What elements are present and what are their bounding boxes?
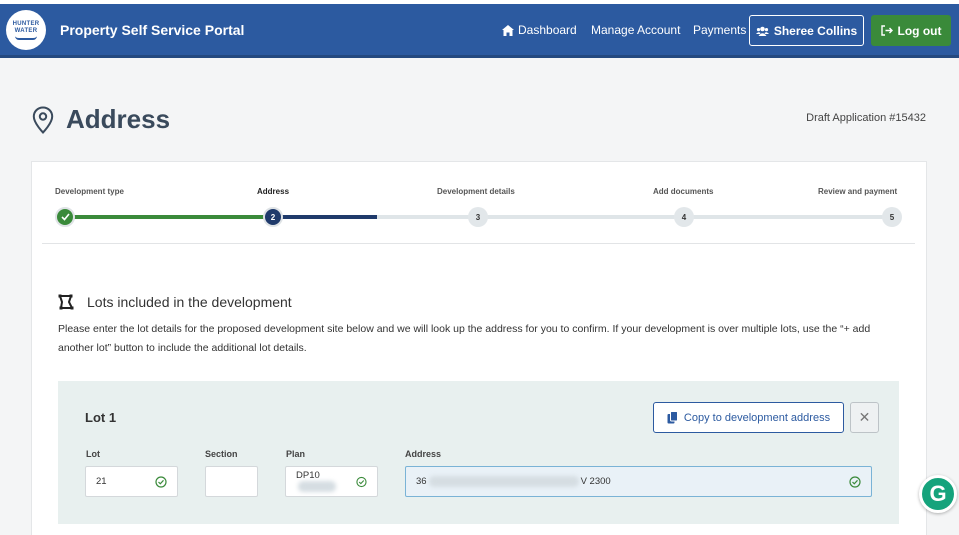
map-pin-icon (32, 106, 54, 134)
page-title: Address (66, 104, 171, 134)
nav-payments[interactable]: Payments (693, 23, 746, 37)
app-title: Property Self Service Portal (60, 22, 245, 38)
valid-check-icon (849, 475, 861, 488)
home-icon (502, 24, 514, 36)
remove-lot-button[interactable]: ✕ (850, 402, 879, 433)
step-5-todo: 5 (882, 207, 902, 227)
grammarly-icon[interactable]: G (919, 475, 957, 513)
lot-boundary-icon (58, 294, 74, 310)
plan-input-value: DP10 (296, 470, 320, 482)
step-4-todo: 4 (674, 207, 694, 227)
step-label-review-payment: Review and payment (818, 187, 898, 196)
step-label-add-documents: Add documents (653, 187, 714, 196)
address-label: Address (405, 449, 442, 459)
logo-text-2: WATER (14, 27, 38, 34)
step-3-todo: 3 (468, 207, 488, 227)
user-account-button[interactable]: Sheree Collins (749, 15, 864, 46)
logo-wave-icon (15, 36, 37, 40)
hunter-water-logo[interactable]: HUNTER WATER (6, 10, 46, 50)
address-start: 36 (416, 476, 427, 487)
track-remaining (377, 215, 892, 219)
step-label-address: Address (257, 187, 290, 196)
plan-input[interactable]: DP10 (285, 466, 378, 497)
close-icon: ✕ (858, 409, 871, 425)
valid-check-icon (155, 475, 167, 488)
step-2-current[interactable]: 2 (263, 207, 283, 227)
section-label: Section (205, 449, 238, 459)
stepper-divider (42, 243, 915, 244)
track-current (273, 215, 377, 219)
header-bar: HUNTER WATER Property Self Service Porta… (0, 4, 959, 58)
logo-text-1: HUNTER (12, 20, 40, 27)
nav-dashboard-label: Dashboard (518, 23, 577, 37)
address-input[interactable]: 36 V 2300 (405, 466, 872, 497)
lots-description: Please enter the lot details for the pro… (58, 323, 871, 354)
copy-to-development-address-button[interactable]: Copy to development address (653, 402, 844, 433)
logout-label: Log out (897, 23, 942, 38)
lot-input-value: 21 (96, 476, 107, 487)
step-label-development-type: Development type (55, 187, 124, 196)
sign-out-icon (880, 25, 893, 36)
copy-icon (667, 411, 678, 424)
redacted-text (428, 475, 579, 487)
draft-application-id: Draft Application #15432 (806, 112, 926, 124)
plan-input-value-wrap: DP10 (296, 470, 356, 493)
plan-label: Plan (286, 449, 306, 459)
lot-input[interactable]: 21 (85, 466, 178, 497)
check-icon (60, 213, 70, 221)
address-input-value: 36 V 2300 (416, 475, 611, 487)
redacted-text (298, 481, 336, 493)
user-name: Sheree Collins (773, 23, 858, 38)
copy-button-label: Copy to development address (683, 411, 831, 424)
logout-button[interactable]: Log out (871, 15, 951, 46)
step-1-complete[interactable] (55, 207, 75, 227)
lots-heading: Lots included in the development (87, 294, 292, 310)
lot-label: Lot (86, 449, 100, 459)
nav-manage-account[interactable]: Manage Account (591, 23, 680, 37)
section-input[interactable] (205, 466, 258, 497)
address-end: V 2300 (580, 476, 611, 487)
step-label-development-details: Development details (437, 187, 515, 196)
users-icon (755, 26, 769, 36)
track-complete (66, 215, 273, 219)
valid-check-icon (356, 476, 367, 487)
lot-title: Lot 1 (85, 410, 117, 425)
nav-dashboard[interactable]: Dashboard (502, 23, 577, 37)
